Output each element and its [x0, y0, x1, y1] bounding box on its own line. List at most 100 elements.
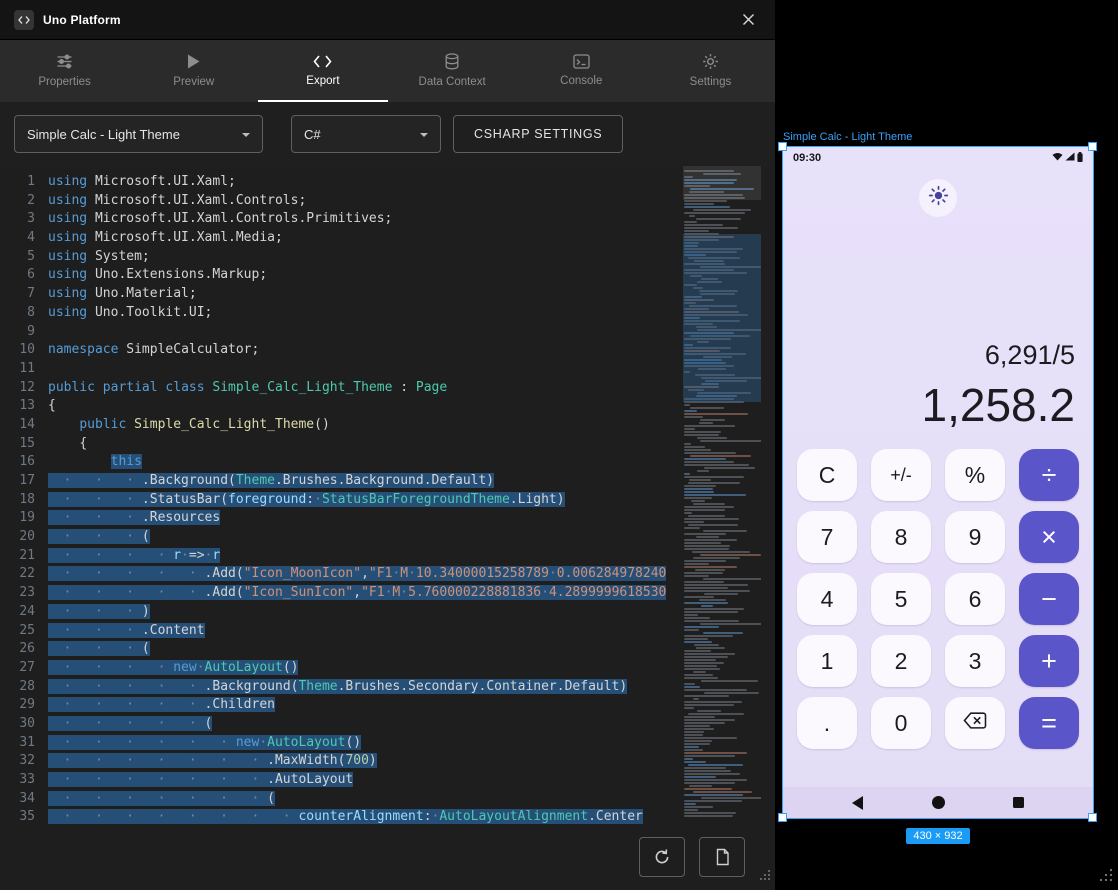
minimap-line: [684, 533, 726, 535]
minimap-line: [684, 641, 712, 643]
key-7[interactable]: 7: [797, 511, 857, 563]
key-percent[interactable]: %: [945, 449, 1005, 501]
minimap-line: [688, 515, 725, 517]
minimap-selection: [683, 234, 761, 402]
minimap-line: [684, 521, 704, 523]
key-9[interactable]: 9: [945, 511, 1005, 563]
phone-frame[interactable]: 09:30 6,291/5 1,258.2 C +/- % ÷ 7 8 9 ×: [783, 147, 1093, 818]
minimap-line: [684, 410, 697, 412]
language-select[interactable]: C#: [291, 115, 441, 153]
minimap-viewport[interactable]: [683, 166, 761, 200]
key-minus[interactable]: −: [1019, 573, 1079, 625]
code-line: public Simple_Calc_Light_Theme(): [48, 416, 683, 435]
key-equals[interactable]: =: [1019, 697, 1079, 749]
key-3[interactable]: 3: [945, 635, 1005, 687]
csharp-settings-button[interactable]: CSHARP SETTINGS: [453, 115, 623, 153]
selection-handle-bottom-left[interactable]: [778, 813, 787, 822]
tab-label: Properties: [38, 76, 90, 88]
tab-console[interactable]: Console: [517, 40, 646, 102]
minimap-line: [684, 200, 727, 202]
tab-settings[interactable]: Settings: [646, 40, 775, 102]
code-line: · · · (: [48, 528, 683, 547]
key-5[interactable]: 5: [871, 573, 931, 625]
refresh-button[interactable]: [639, 837, 685, 877]
resize-grip[interactable]: [759, 868, 771, 886]
minimap-line: [692, 551, 751, 553]
key-clear[interactable]: C: [797, 449, 857, 501]
theme-toggle-button[interactable]: [919, 179, 957, 217]
export-file-button[interactable]: [699, 837, 745, 877]
minimap-line: [684, 464, 749, 466]
design-canvas[interactable]: Simple Calc - Light Theme 09:30 6,291/5 …: [775, 0, 1118, 890]
minimap-line: [684, 542, 721, 544]
tab-preview[interactable]: Preview: [129, 40, 258, 102]
minimap-line: [696, 218, 740, 220]
minimap-line: [684, 560, 726, 562]
line-number: 30: [0, 715, 48, 734]
tab-data-context[interactable]: Data Context: [388, 40, 517, 102]
minimap-line: [684, 584, 748, 586]
key-8[interactable]: 8: [871, 511, 931, 563]
back-icon[interactable]: [852, 796, 863, 810]
selection-handle-bottom-right[interactable]: [1088, 813, 1097, 822]
code-editor[interactable]: 1234567891011121314151617181920212223242…: [0, 166, 775, 824]
minimap-line: [684, 443, 691, 445]
selection-handle-top-right[interactable]: [1088, 142, 1097, 151]
minimap-line: [684, 656, 728, 658]
home-icon[interactable]: [932, 796, 945, 809]
line-number: 3: [0, 210, 48, 229]
editor-gutter: 1234567891011121314151617181920212223242…: [0, 166, 48, 824]
key-1[interactable]: 1: [797, 635, 857, 687]
line-number: 24: [0, 603, 48, 622]
key-6[interactable]: 6: [945, 573, 1005, 625]
minimap-line: [684, 572, 723, 574]
selection-handle-top-left[interactable]: [778, 142, 787, 151]
minimap-line: [684, 611, 738, 613]
editor-code[interactable]: using Microsoft.UI.Xaml;using Microsoft.…: [48, 166, 683, 824]
minimap[interactable]: [683, 166, 761, 824]
code-line: using Uno.Toolkit.UI;: [48, 304, 683, 323]
tab-properties[interactable]: Properties: [0, 40, 129, 102]
minimap-line: [684, 614, 698, 616]
key-plus[interactable]: +: [1019, 635, 1079, 687]
minimap-line: [684, 590, 750, 592]
code-line: · · · · · (: [48, 715, 683, 734]
close-icon[interactable]: [735, 7, 761, 33]
minimap-line: [684, 689, 747, 691]
minimap-line: [684, 413, 748, 415]
key-divide[interactable]: ÷: [1019, 449, 1079, 501]
editor-scrollbar[interactable]: [761, 166, 775, 824]
line-number: 1: [0, 173, 48, 192]
minimap-line: [684, 716, 715, 718]
line-number: 18: [0, 491, 48, 510]
resize-grip[interactable]: [1099, 868, 1113, 887]
code-icon: [313, 54, 332, 69]
minimap-line: [693, 209, 751, 211]
minimap-line: [684, 755, 735, 757]
recents-icon[interactable]: [1013, 797, 1024, 808]
key-2[interactable]: 2: [871, 635, 931, 687]
backspace-button[interactable]: [945, 697, 1005, 749]
minimap-line: [684, 767, 726, 769]
minimap-line: [684, 662, 724, 664]
code-line: · · · ): [48, 603, 683, 622]
line-number: 5: [0, 248, 48, 267]
code-line: · · · · · · · (: [48, 790, 683, 809]
frame-label[interactable]: Simple Calc - Light Theme: [783, 131, 912, 143]
key-4[interactable]: 4: [797, 573, 857, 625]
minimap-line: [684, 812, 736, 814]
tab-label: Console: [560, 75, 602, 87]
chevron-down-icon: [242, 133, 250, 141]
minimap-line: [684, 659, 716, 661]
key-0[interactable]: 0: [871, 697, 931, 749]
key-plusminus[interactable]: +/-: [871, 449, 931, 501]
minimap-line: [684, 488, 713, 490]
key-dot[interactable]: .: [797, 697, 857, 749]
minimap-line: [691, 500, 706, 502]
tab-export[interactable]: Export: [258, 40, 387, 102]
key-multiply[interactable]: ×: [1019, 511, 1079, 563]
line-number: 12: [0, 379, 48, 398]
line-number: 29: [0, 696, 48, 715]
code-line: {: [48, 435, 683, 454]
component-select[interactable]: Simple Calc - Light Theme: [14, 115, 263, 153]
